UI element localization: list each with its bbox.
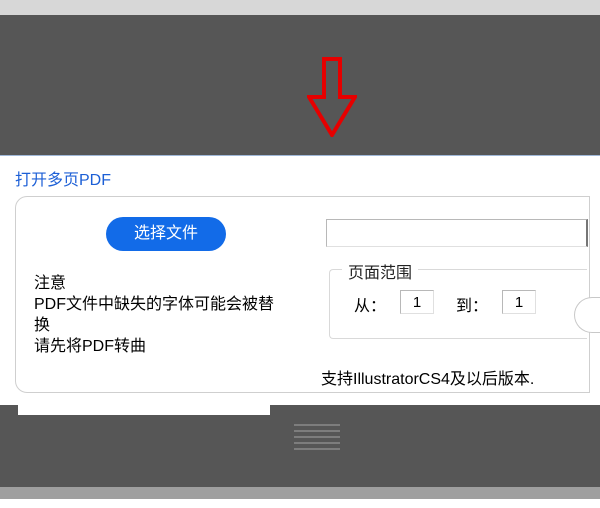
to-page-input[interactable] [502,290,536,314]
down-arrow-icon [307,57,357,137]
white-strip [18,405,270,415]
to-label: 到： [456,292,488,316]
note-text-line1: PDF文件中缺失的字体可能会被替 [34,290,274,314]
dialog-title: 打开多页PDF [0,156,600,198]
select-file-button[interactable]: 选择文件 [106,217,226,251]
page-range-group: 页面范围 从： 到： [329,269,587,339]
support-text: 支持IllustratorCS4及以后版本. [321,365,534,389]
bottom-light-band [0,487,600,499]
bottom-white-band [0,499,600,508]
document-thumb-icon [288,420,346,460]
file-path-input[interactable] [326,219,588,247]
page-range-legend: 页面范围 [342,259,418,283]
from-page-input[interactable] [400,290,434,314]
from-label: 从： [354,292,386,316]
open-multipage-pdf-dialog: 打开多页PDF 选择文件 注意 PDF文件中缺失的字体可能会被替 换 请先将PD… [0,155,600,405]
dialog-body: 选择文件 注意 PDF文件中缺失的字体可能会被替 换 请先将PDF转曲 页面范围… [15,196,590,393]
note-text-line2: 请先将PDF转曲 [34,332,146,356]
top-dark-bg [0,0,600,155]
